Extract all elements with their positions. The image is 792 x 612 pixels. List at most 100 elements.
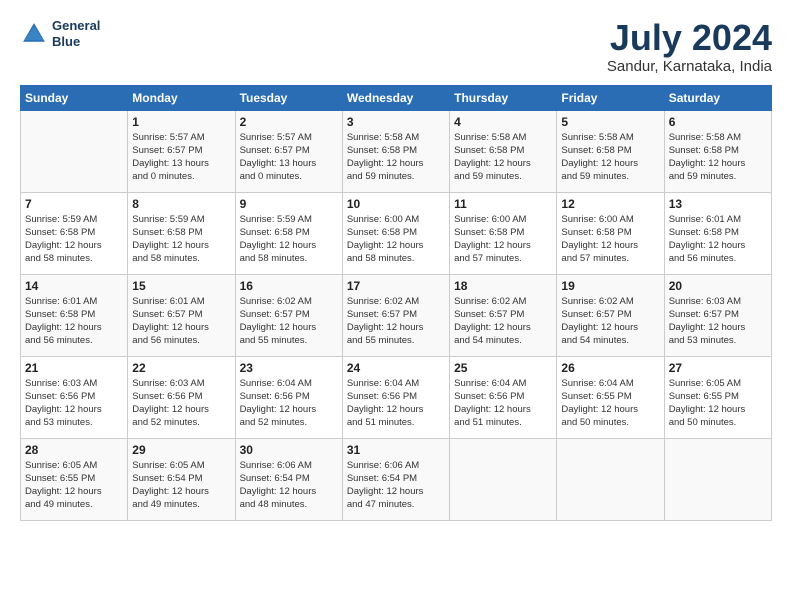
calendar-cell: 7 Sunrise: 5:59 AM Sunset: 6:58 PM Daylig… <box>21 192 128 274</box>
calendar-cell: 16 Sunrise: 6:02 AM Sunset: 6:57 PM Dayli… <box>235 274 342 356</box>
page: General Blue July 2024 Sandur, Karnataka… <box>0 0 792 531</box>
calendar-cell: 15 Sunrise: 6:01 AM Sunset: 6:57 PM Dayli… <box>128 274 235 356</box>
calendar-cell: 24 Sunrise: 6:04 AM Sunset: 6:56 PM Dayli… <box>342 356 449 438</box>
calendar-cell: 17Sunrise: 6:02 AM Sunset: 6:57 PM Dayli… <box>342 274 449 356</box>
calendar-cell: 20 Sunrise: 6:03 AM Sunset: 6:57 PM Dayli… <box>664 274 771 356</box>
day-number: 3 <box>347 115 445 129</box>
logo-line2: Blue <box>52 34 100 50</box>
day-number: 5 <box>561 115 659 129</box>
day-number: 18 <box>454 279 552 293</box>
day-info: Sunrise: 6:01 AM Sunset: 6:57 PM Dayligh… <box>132 295 230 348</box>
day-number: 30 <box>240 443 338 457</box>
day-number: 20 <box>669 279 767 293</box>
day-info: Sunrise: 6:05 AM Sunset: 6:55 PM Dayligh… <box>25 459 123 512</box>
day-number: 24 <box>347 361 445 375</box>
day-number: 25 <box>454 361 552 375</box>
calendar-cell: 14 Sunrise: 6:01 AM Sunset: 6:58 PM Dayli… <box>21 274 128 356</box>
calendar-cell <box>450 438 557 520</box>
day-number: 9 <box>240 197 338 211</box>
col-header-saturday: Saturday <box>664 85 771 110</box>
calendar-cell: 13 Sunrise: 6:01 AM Sunset: 6:58 PM Dayli… <box>664 192 771 274</box>
title-block: July 2024 Sandur, Karnataka, India <box>607 18 772 75</box>
day-number: 21 <box>25 361 123 375</box>
day-info: Sunrise: 6:04 AM Sunset: 6:55 PM Dayligh… <box>561 377 659 430</box>
calendar-cell: 12Sunrise: 6:00 AM Sunset: 6:58 PM Dayli… <box>557 192 664 274</box>
main-title: July 2024 <box>607 18 772 58</box>
day-info: Sunrise: 6:01 AM Sunset: 6:58 PM Dayligh… <box>669 213 767 266</box>
day-number: 16 <box>240 279 338 293</box>
calendar-cell: 5Sunrise: 5:58 AM Sunset: 6:58 PM Daylig… <box>557 110 664 192</box>
day-info: Sunrise: 6:02 AM Sunset: 6:57 PM Dayligh… <box>561 295 659 348</box>
day-info: Sunrise: 6:04 AM Sunset: 6:56 PM Dayligh… <box>240 377 338 430</box>
day-info: Sunrise: 6:06 AM Sunset: 6:54 PM Dayligh… <box>347 459 445 512</box>
calendar-cell: 11Sunrise: 6:00 AM Sunset: 6:58 PM Dayli… <box>450 192 557 274</box>
calendar-cell: 21 Sunrise: 6:03 AM Sunset: 6:56 PM Dayli… <box>21 356 128 438</box>
calendar-cell: 31Sunrise: 6:06 AM Sunset: 6:54 PM Dayli… <box>342 438 449 520</box>
col-header-monday: Monday <box>128 85 235 110</box>
day-info: Sunrise: 6:00 AM Sunset: 6:58 PM Dayligh… <box>347 213 445 266</box>
day-info: Sunrise: 6:01 AM Sunset: 6:58 PM Dayligh… <box>25 295 123 348</box>
day-info: Sunrise: 5:59 AM Sunset: 6:58 PM Dayligh… <box>240 213 338 266</box>
day-info: Sunrise: 6:02 AM Sunset: 6:57 PM Dayligh… <box>347 295 445 348</box>
calendar-cell: 30Sunrise: 6:06 AM Sunset: 6:54 PM Dayli… <box>235 438 342 520</box>
day-number: 12 <box>561 197 659 211</box>
day-number: 11 <box>454 197 552 211</box>
day-number: 27 <box>669 361 767 375</box>
day-info: Sunrise: 6:05 AM Sunset: 6:55 PM Dayligh… <box>669 377 767 430</box>
day-info: Sunrise: 6:02 AM Sunset: 6:57 PM Dayligh… <box>454 295 552 348</box>
day-info: Sunrise: 6:03 AM Sunset: 6:57 PM Dayligh… <box>669 295 767 348</box>
calendar-cell: 10 Sunrise: 6:00 AM Sunset: 6:58 PM Dayli… <box>342 192 449 274</box>
day-info: Sunrise: 5:57 AM Sunset: 6:57 PM Dayligh… <box>240 131 338 184</box>
calendar-cell: 4Sunrise: 5:58 AM Sunset: 6:58 PM Daylig… <box>450 110 557 192</box>
day-number: 10 <box>347 197 445 211</box>
header-row: SundayMondayTuesdayWednesdayThursdayFrid… <box>21 85 772 110</box>
day-number: 1 <box>132 115 230 129</box>
week-row-4: 21 Sunrise: 6:03 AM Sunset: 6:56 PM Dayli… <box>21 356 772 438</box>
day-info: Sunrise: 5:58 AM Sunset: 6:58 PM Dayligh… <box>669 131 767 184</box>
calendar-cell: 27 Sunrise: 6:05 AM Sunset: 6:55 PM Dayli… <box>664 356 771 438</box>
day-number: 13 <box>669 197 767 211</box>
calendar-cell: 28 Sunrise: 6:05 AM Sunset: 6:55 PM Dayli… <box>21 438 128 520</box>
calendar-cell: 2Sunrise: 5:57 AM Sunset: 6:57 PM Daylig… <box>235 110 342 192</box>
col-header-wednesday: Wednesday <box>342 85 449 110</box>
day-number: 7 <box>25 197 123 211</box>
day-number: 8 <box>132 197 230 211</box>
day-info: Sunrise: 5:58 AM Sunset: 6:58 PM Dayligh… <box>347 131 445 184</box>
week-row-5: 28 Sunrise: 6:05 AM Sunset: 6:55 PM Dayli… <box>21 438 772 520</box>
day-info: Sunrise: 6:05 AM Sunset: 6:54 PM Dayligh… <box>132 459 230 512</box>
day-number: 26 <box>561 361 659 375</box>
calendar-cell: 23 Sunrise: 6:04 AM Sunset: 6:56 PM Dayli… <box>235 356 342 438</box>
col-header-sunday: Sunday <box>21 85 128 110</box>
week-row-3: 14 Sunrise: 6:01 AM Sunset: 6:58 PM Dayli… <box>21 274 772 356</box>
day-number: 15 <box>132 279 230 293</box>
col-header-friday: Friday <box>557 85 664 110</box>
logo-text: General Blue <box>52 18 100 49</box>
col-header-tuesday: Tuesday <box>235 85 342 110</box>
calendar-cell <box>664 438 771 520</box>
day-info: Sunrise: 6:04 AM Sunset: 6:56 PM Dayligh… <box>347 377 445 430</box>
day-number: 23 <box>240 361 338 375</box>
calendar-cell: 22Sunrise: 6:03 AM Sunset: 6:56 PM Dayli… <box>128 356 235 438</box>
day-number: 14 <box>25 279 123 293</box>
header: General Blue July 2024 Sandur, Karnataka… <box>20 18 772 75</box>
week-row-2: 7 Sunrise: 5:59 AM Sunset: 6:58 PM Daylig… <box>21 192 772 274</box>
calendar-cell: 1 Sunrise: 5:57 AM Sunset: 6:57 PM Daylig… <box>128 110 235 192</box>
week-row-1: 1 Sunrise: 5:57 AM Sunset: 6:57 PM Daylig… <box>21 110 772 192</box>
logo-icon <box>20 20 48 48</box>
day-info: Sunrise: 6:02 AM Sunset: 6:57 PM Dayligh… <box>240 295 338 348</box>
day-info: Sunrise: 6:04 AM Sunset: 6:56 PM Dayligh… <box>454 377 552 430</box>
day-info: Sunrise: 6:03 AM Sunset: 6:56 PM Dayligh… <box>25 377 123 430</box>
calendar-cell: 18 Sunrise: 6:02 AM Sunset: 6:57 PM Dayli… <box>450 274 557 356</box>
calendar-cell <box>21 110 128 192</box>
day-info: Sunrise: 5:57 AM Sunset: 6:57 PM Dayligh… <box>132 131 230 184</box>
day-number: 28 <box>25 443 123 457</box>
calendar-table: SundayMondayTuesdayWednesdayThursdayFrid… <box>20 85 772 521</box>
day-info: Sunrise: 5:59 AM Sunset: 6:58 PM Dayligh… <box>25 213 123 266</box>
logo-line1: General <box>52 18 100 34</box>
calendar-cell: 6Sunrise: 5:58 AM Sunset: 6:58 PM Daylig… <box>664 110 771 192</box>
day-info: Sunrise: 5:59 AM Sunset: 6:58 PM Dayligh… <box>132 213 230 266</box>
day-info: Sunrise: 5:58 AM Sunset: 6:58 PM Dayligh… <box>454 131 552 184</box>
logo: General Blue <box>20 18 100 49</box>
day-number: 19 <box>561 279 659 293</box>
calendar-cell: 3 Sunrise: 5:58 AM Sunset: 6:58 PM Daylig… <box>342 110 449 192</box>
